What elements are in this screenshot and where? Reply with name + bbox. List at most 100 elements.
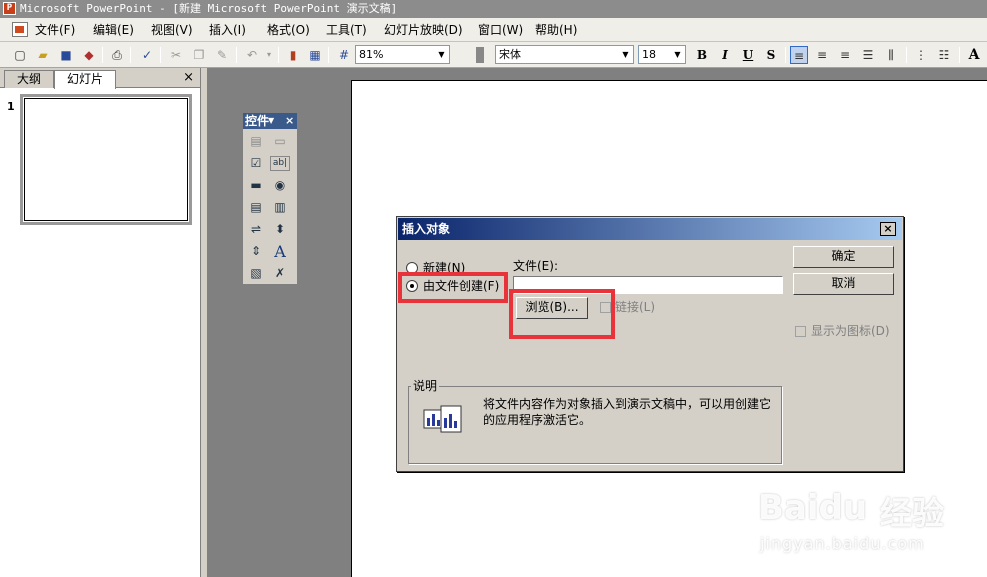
combobox-control-icon[interactable]: ▥ — [270, 198, 290, 217]
print-icon[interactable]: ⎙ — [108, 46, 126, 64]
tab-outline[interactable]: 大纲 — [4, 70, 54, 88]
watermark-cn: 经验 — [880, 494, 945, 532]
zoom-value: 81% — [359, 48, 384, 61]
button-control-icon[interactable]: ▬ — [246, 176, 266, 195]
new-icon[interactable]: ▢ — [11, 46, 29, 64]
menu-insert[interactable]: 插入(I) — [209, 22, 246, 38]
bullets-icon[interactable]: ☷ — [935, 46, 953, 64]
menu-view[interactable]: 视图(V) — [151, 22, 193, 38]
close-icon[interactable]: × — [285, 113, 294, 129]
undo-icon[interactable]: ↶ — [243, 46, 261, 64]
watermark-url: jingyan.baidu.com — [760, 534, 925, 553]
save-icon[interactable]: ■ — [57, 46, 75, 64]
justify-icon[interactable]: ☰ — [859, 46, 877, 64]
chevron-down-icon[interactable]: ▼ — [435, 47, 448, 62]
display-as-icon-label: 显示为图标(D) — [811, 324, 890, 338]
powerpoint-app-icon[interactable]: P — [3, 2, 16, 15]
copy-icon[interactable]: ❐ — [190, 46, 208, 64]
chevron-down-icon[interactable]: ▼ — [671, 47, 684, 62]
menu-window[interactable]: 窗口(W) — [478, 22, 523, 38]
toolbar-separator — [130, 47, 131, 63]
description-legend: 说明 — [411, 379, 440, 393]
font-size-value: 18 — [642, 48, 656, 61]
distribute-icon[interactable]: ⫼ — [882, 46, 900, 64]
align-right-icon[interactable]: ≡ — [836, 46, 854, 64]
dialog-title-bar[interactable]: 插入对象 × — [398, 218, 902, 240]
menu-format[interactable]: 格式(O) — [267, 22, 310, 38]
menu-slideshow[interactable]: 幻灯片放映(D) — [384, 22, 463, 38]
radio-control-icon[interactable]: ◉ — [270, 176, 290, 195]
highlight-from-file — [398, 272, 508, 303]
align-center-icon[interactable]: ≡ — [813, 46, 831, 64]
menu-help[interactable]: 帮助(H) — [535, 22, 577, 38]
tab-slides[interactable]: 幻灯片 — [54, 70, 116, 89]
italic-button[interactable]: I — [715, 46, 735, 64]
align-left-icon[interactable]: ≡ — [790, 46, 808, 64]
more-controls-icon[interactable]: ✗ — [270, 264, 290, 283]
table-icon[interactable]: ▦ — [306, 46, 324, 64]
toolbar-separator — [278, 47, 279, 63]
toolbar-separator — [328, 47, 329, 63]
underline-button[interactable]: U — [738, 46, 758, 64]
scrollbar-control-icon[interactable]: ⇕ — [246, 242, 266, 261]
open-folder-icon[interactable]: ▰ — [34, 46, 52, 64]
pane-tab-strip: 大纲 幻灯片 × — [0, 68, 200, 89]
toolbar-separator — [906, 47, 907, 63]
display-as-icon-checkbox[interactable] — [795, 326, 806, 337]
toolbar-separator — [785, 47, 786, 63]
slide-number: 1 — [7, 100, 15, 113]
font-size-combo[interactable]: 18 ▼ — [638, 45, 686, 64]
chart-icon[interactable]: ▮ — [284, 46, 302, 64]
chevron-down-icon[interactable]: ▼ — [619, 47, 632, 62]
toolbar-separator — [102, 47, 103, 63]
image-control-icon[interactable]: ▧ — [246, 264, 266, 283]
cut-icon[interactable]: ✂ — [167, 46, 185, 64]
controls-toolbox-title-text: 控件 — [245, 114, 270, 128]
toolbar-separator — [160, 47, 161, 63]
highlight-browse — [509, 289, 615, 339]
format-painter-icon[interactable]: ✎ — [213, 46, 231, 64]
baidu-watermark: Baidu 经验 jingyan.baidu.com — [758, 480, 986, 576]
embedded-object-icon — [423, 405, 462, 433]
properties-icon[interactable]: ▤ — [246, 132, 266, 151]
close-icon[interactable]: × — [183, 70, 194, 86]
spelling-icon[interactable]: ✓ — [138, 46, 156, 64]
controls-toolbox-title[interactable]: 控件 ▼ × — [243, 113, 297, 129]
grid-icon[interactable]: # — [335, 46, 353, 64]
menu-tools[interactable]: 工具(T) — [326, 22, 367, 38]
document-icon[interactable] — [12, 22, 28, 37]
permission-icon[interactable]: ◆ — [80, 46, 98, 64]
toolbar-separator — [959, 47, 960, 63]
checkbox-control-icon[interactable]: ☑ — [246, 154, 266, 173]
dialog-title: 插入对象 — [402, 222, 451, 236]
window-title: Microsoft PowerPoint - [新建 Microsoft Pow… — [20, 2, 398, 15]
controls-toolbox: 控件 ▼ × ▤ ▭ ☑ ab| ▬ ◉ ▤ ▥ ⇌ ⬍ ⇕ A ▧ ✗ — [242, 112, 298, 285]
label-control-icon[interactable]: A — [270, 242, 290, 261]
watermark-brand: Baidu — [758, 488, 868, 528]
bold-button[interactable]: B — [692, 46, 712, 64]
outline-slides-pane: 大纲 幻灯片 × 1 — [0, 68, 201, 577]
numbering-icon[interactable]: ⋮ — [912, 46, 930, 64]
cancel-button[interactable]: 取消 — [793, 273, 894, 295]
zoom-combo[interactable]: 81% ▼ — [355, 45, 450, 64]
textbox-control-icon[interactable]: ab| — [270, 156, 290, 171]
undo-dropdown-icon[interactable]: ▾ — [260, 46, 278, 64]
font-name-value: 宋体 — [499, 48, 521, 61]
spinner-control-icon[interactable]: ⬍ — [270, 220, 290, 239]
toggle-control-icon[interactable]: ⇌ — [246, 220, 266, 239]
toolbar-separator — [236, 47, 237, 63]
font-name-combo[interactable]: 宋体 ▼ — [495, 45, 634, 64]
menu-edit[interactable]: 编辑(E) — [93, 22, 134, 38]
close-icon[interactable]: × — [880, 222, 896, 236]
listbox-control-icon[interactable]: ▤ — [246, 198, 266, 217]
slide-thumbnail[interactable] — [20, 94, 192, 225]
menu-bar: 文件(F) 编辑(E) 视图(V) 插入(I) 格式(O) 工具(T) 幻灯片放… — [0, 18, 987, 42]
shadow-button[interactable]: S — [761, 46, 781, 64]
toolbar-grip[interactable] — [476, 47, 484, 63]
increase-font-icon[interactable]: A — [964, 46, 984, 64]
pane-splitter[interactable] — [203, 68, 207, 577]
chevron-down-icon[interactable]: ▼ — [268, 113, 274, 129]
view-code-icon[interactable]: ▭ — [270, 132, 290, 151]
menu-file[interactable]: 文件(F) — [35, 22, 75, 38]
ok-button[interactable]: 确定 — [793, 246, 894, 268]
